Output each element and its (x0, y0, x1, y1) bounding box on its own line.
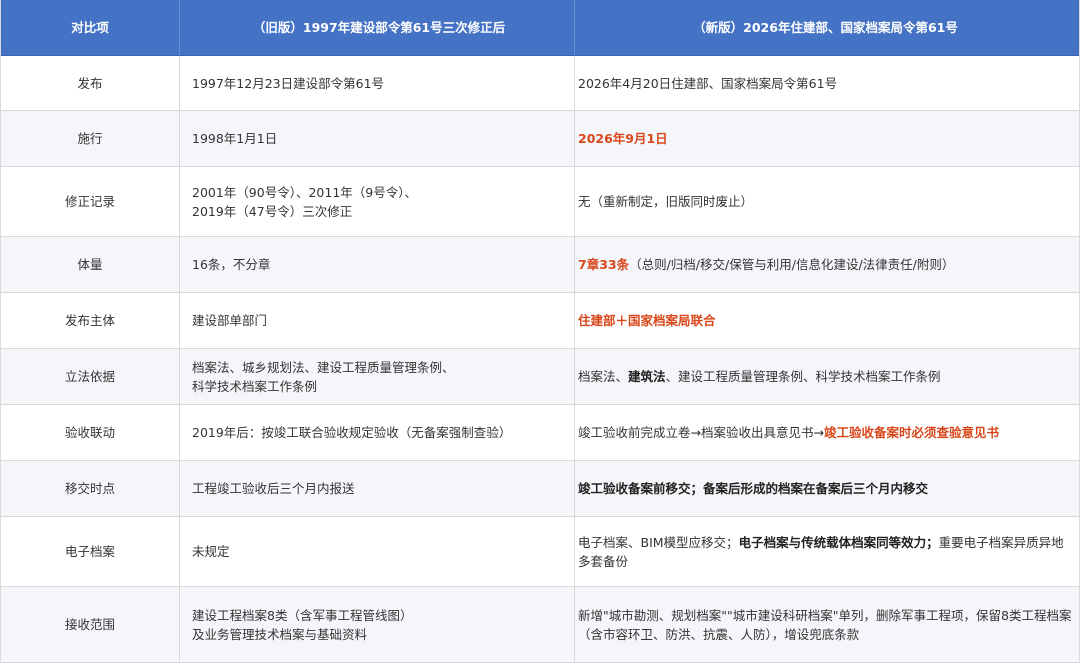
row-new-value: 新增"城市勘测、规划档案""城市建设科研档案"单列，删除军事工程项，保留8类工程… (575, 587, 1079, 662)
highlight-text: 7章33条 (578, 257, 630, 272)
row-old-value: 16条，不分章 (180, 237, 575, 292)
table-row: 发布 1997年12月23日建设部令第61号 2026年4月20日住建部、国家档案局… (1, 56, 1079, 111)
new-value-text: 2026年4月20日住建部、国家档案局令第61号 (578, 75, 838, 91)
row-old-value: 2001年（90号令）、2011年（9号令）、 2019年（47号令）三次修正 (180, 167, 575, 236)
row-item-label: 发布 (1, 56, 180, 110)
old-value-line: 科学技术档案工作条例 (192, 378, 318, 394)
row-new-value: 竣工验收前完成立卷→档案验收出具意见书→竣工验收备案时必须查验意见书 (575, 405, 1079, 460)
row-old-value: 建设工程档案8类（含军事工程管线图） 及业务管理技术档案与基础资料 (180, 587, 575, 662)
old-value-line: 16条，不分章 (192, 257, 271, 272)
row-old-value: 档案法、城乡规划法、建设工程质量管理条例、 科学技术档案工作条例 (180, 349, 575, 404)
table-header-row: 对比项 （旧版）1997年建设部令第61号三次修正后 （新版）2026年住建部、… (1, 0, 1079, 56)
row-new-value: 竣工验收备案前移交；备案后形成的档案在备案后三个月内移交 (575, 461, 1079, 516)
comparison-table: 对比项 （旧版）1997年建设部令第61号三次修正后 （新版）2026年住建部、… (0, 0, 1080, 663)
old-value-line: 档案法、城乡规划法、建设工程质量管理条例、 (192, 359, 455, 375)
highlight-text: 2026年9月1日 (578, 131, 668, 146)
row-old-value: 工程竣工验收后三个月内报送 (180, 461, 575, 516)
new-value-text: 档案法、 (578, 369, 629, 384)
old-value-line: 1998年1月1日 (192, 131, 278, 146)
new-value-text: 新增"城市勘测、规划档案""城市建设科研档案"单列，删除军事工程项，保留8类工程… (578, 607, 1072, 642)
bold-text: 电子档案与传统载体档案同等效力； (738, 534, 939, 550)
table-row: 接收范围 建设工程档案8类（含军事工程管线图） 及业务管理技术档案与基础资料 新增"城… (1, 587, 1079, 663)
row-item-label: 验收联动 (1, 405, 180, 460)
row-item-label: 接收范围 (1, 587, 180, 662)
row-new-value: 无（重新制定，旧版同时废止） (575, 167, 1079, 236)
table-row: 立法依据 档案法、城乡规划法、建设工程质量管理条例、 科学技术档案工作条例 档案法、建… (1, 349, 1079, 405)
bold-text: 竣工验收备案前移交；备案后形成的档案在备案后三个月内移交 (578, 481, 929, 496)
new-value-text: 竣工验收前完成立卷→档案验收出具意见书→ (578, 425, 824, 440)
new-value-text: 、建设工程质量管理条例、科学技术档案工作条例 (665, 369, 941, 384)
row-new-value: 住建部＋国家档案局联合 (575, 293, 1079, 348)
table-row: 发布主体 建设部单部门 住建部＋国家档案局联合 (1, 293, 1079, 349)
table-row: 施行 1998年1月1日 2026年9月1日 (1, 111, 1079, 167)
old-value-line: 及业务管理技术档案与基础资料 (192, 626, 368, 642)
row-new-value: 7章33条（总则/归档/移交/保管与利用/信息化建设/法律责任/附则） (575, 237, 1079, 292)
old-value-line: 2019年（47号令）三次修正 (192, 203, 353, 219)
row-item-label: 移交时点 (1, 461, 180, 516)
row-item-label: 电子档案 (1, 517, 180, 586)
new-value-text: 电子档案、BIM模型应移交； (578, 534, 739, 550)
row-old-value: 未规定 (180, 517, 575, 586)
header-col-item: 对比项 (1, 0, 180, 55)
table-row: 体量 16条，不分章 7章33条（总则/归档/移交/保管与利用/信息化建设/法律责任… (1, 237, 1079, 293)
old-value-line: 未规定 (192, 544, 230, 559)
new-value-text: 无（重新制定，旧版同时废止） (578, 194, 754, 209)
row-item-label: 立法依据 (1, 349, 180, 404)
bold-text: 建筑法 (628, 369, 666, 384)
table-body: 发布 1997年12月23日建设部令第61号 2026年4月20日住建部、国家档案局… (1, 56, 1079, 663)
table-row: 验收联动 2019年后：按竣工联合验收规定验收（无备案强制查验） 竣工验收前完成立卷… (1, 405, 1079, 461)
old-value-line: 建设部单部门 (192, 313, 268, 328)
highlight-text: 竣工验收备案时必须查验意见书 (823, 425, 999, 440)
row-new-value: 2026年9月1日 (575, 111, 1079, 166)
table-row: 修正记录 2001年（90号令）、2011年（9号令）、 2019年（47号令）三次… (1, 167, 1079, 237)
row-old-value: 1998年1月1日 (180, 111, 575, 166)
row-item-label: 发布主体 (1, 293, 180, 348)
row-old-value: 2019年后：按竣工联合验收规定验收（无备案强制查验） (180, 405, 575, 460)
row-item-label: 体量 (1, 237, 180, 292)
row-new-value: 电子档案、BIM模型应移交；电子档案与传统载体档案同等效力；重要电子档案异质异地… (575, 517, 1079, 586)
table-row: 移交时点 工程竣工验收后三个月内报送 竣工验收备案前移交；备案后形成的档案在备案后三… (1, 461, 1079, 517)
new-value-text: （总则/归档/移交/保管与利用/信息化建设/法律责任/附则） (629, 257, 955, 272)
old-value-line: 2019年后：按竣工联合验收规定验收（无备案强制查验） (192, 425, 512, 440)
old-value-line: 2001年（90号令）、2011年（9号令）、 (192, 184, 417, 200)
old-value-line: 建设工程档案8类（含军事工程管线图） (192, 607, 413, 623)
row-item-label: 修正记录 (1, 167, 180, 236)
row-new-value: 档案法、建筑法、建设工程质量管理条例、科学技术档案工作条例 (575, 349, 1079, 404)
highlight-text: 住建部＋国家档案局联合 (578, 313, 716, 328)
header-col-new: （新版）2026年住建部、国家档案局令第61号 (693, 20, 958, 35)
header-col-old: （旧版）1997年建设部令第61号三次修正后 (180, 0, 575, 55)
row-new-value: 2026年4月20日住建部、国家档案局令第61号 (575, 56, 1079, 110)
row-item-label: 施行 (1, 111, 180, 166)
row-old-value: 建设部单部门 (180, 293, 575, 348)
old-value-line: 1997年12月23日建设部令第61号 (192, 75, 385, 91)
old-value-line: 工程竣工验收后三个月内报送 (192, 481, 355, 496)
row-old-value: 1997年12月23日建设部令第61号 (180, 56, 575, 110)
table-row: 电子档案 未规定 电子档案、BIM模型应移交；电子档案与传统载体档案同等效力；重要电… (1, 517, 1079, 587)
